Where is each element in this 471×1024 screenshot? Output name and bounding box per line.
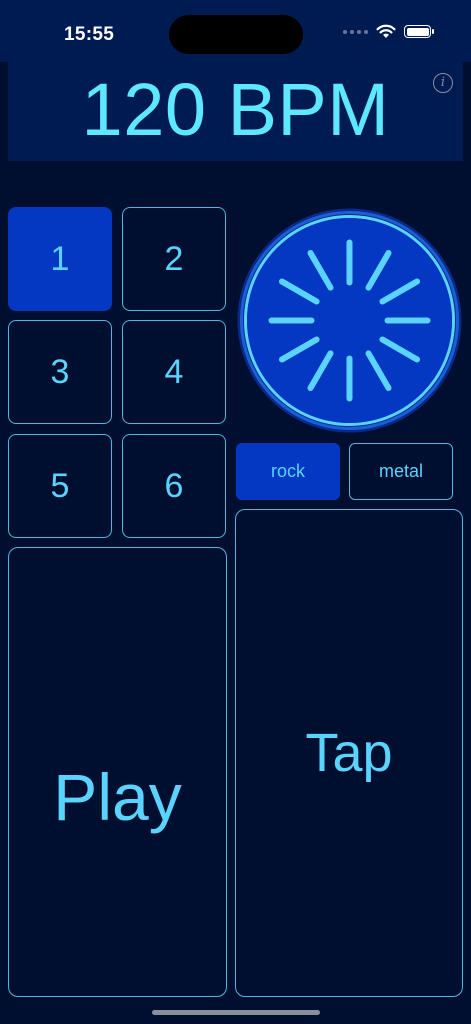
cellular-signal-icon xyxy=(343,29,368,34)
beat-button-3[interactable]: 3 xyxy=(8,320,112,424)
tap-button-label: Tap xyxy=(305,723,393,783)
beat-button-4[interactable]: 4 xyxy=(122,320,226,424)
play-button-label: Play xyxy=(53,760,182,834)
status-bar: 15:55 xyxy=(0,0,471,62)
beat-button-6[interactable]: 6 xyxy=(122,434,226,538)
status-time: 15:55 xyxy=(64,24,115,45)
beat-button-1[interactable]: 1 xyxy=(8,207,112,311)
beat-button-2[interactable]: 2 xyxy=(122,207,226,311)
battery-icon xyxy=(404,25,434,38)
status-icons xyxy=(343,24,434,39)
play-button[interactable]: Play xyxy=(8,547,227,997)
dynamic-island xyxy=(169,15,303,54)
wifi-icon xyxy=(376,24,396,38)
style-button-metal[interactable]: metal xyxy=(349,443,453,500)
rotary-dial-icon[interactable] xyxy=(236,207,463,434)
bpm-header: 120 BPM xyxy=(8,62,463,161)
tap-button[interactable]: Tap xyxy=(235,509,463,997)
beat-button-5[interactable]: 5 xyxy=(8,434,112,538)
bpm-display: 120 BPM xyxy=(81,68,390,151)
home-indicator xyxy=(152,1010,320,1015)
style-button-rock[interactable]: rock xyxy=(236,443,340,500)
info-icon[interactable]: i xyxy=(433,73,453,93)
